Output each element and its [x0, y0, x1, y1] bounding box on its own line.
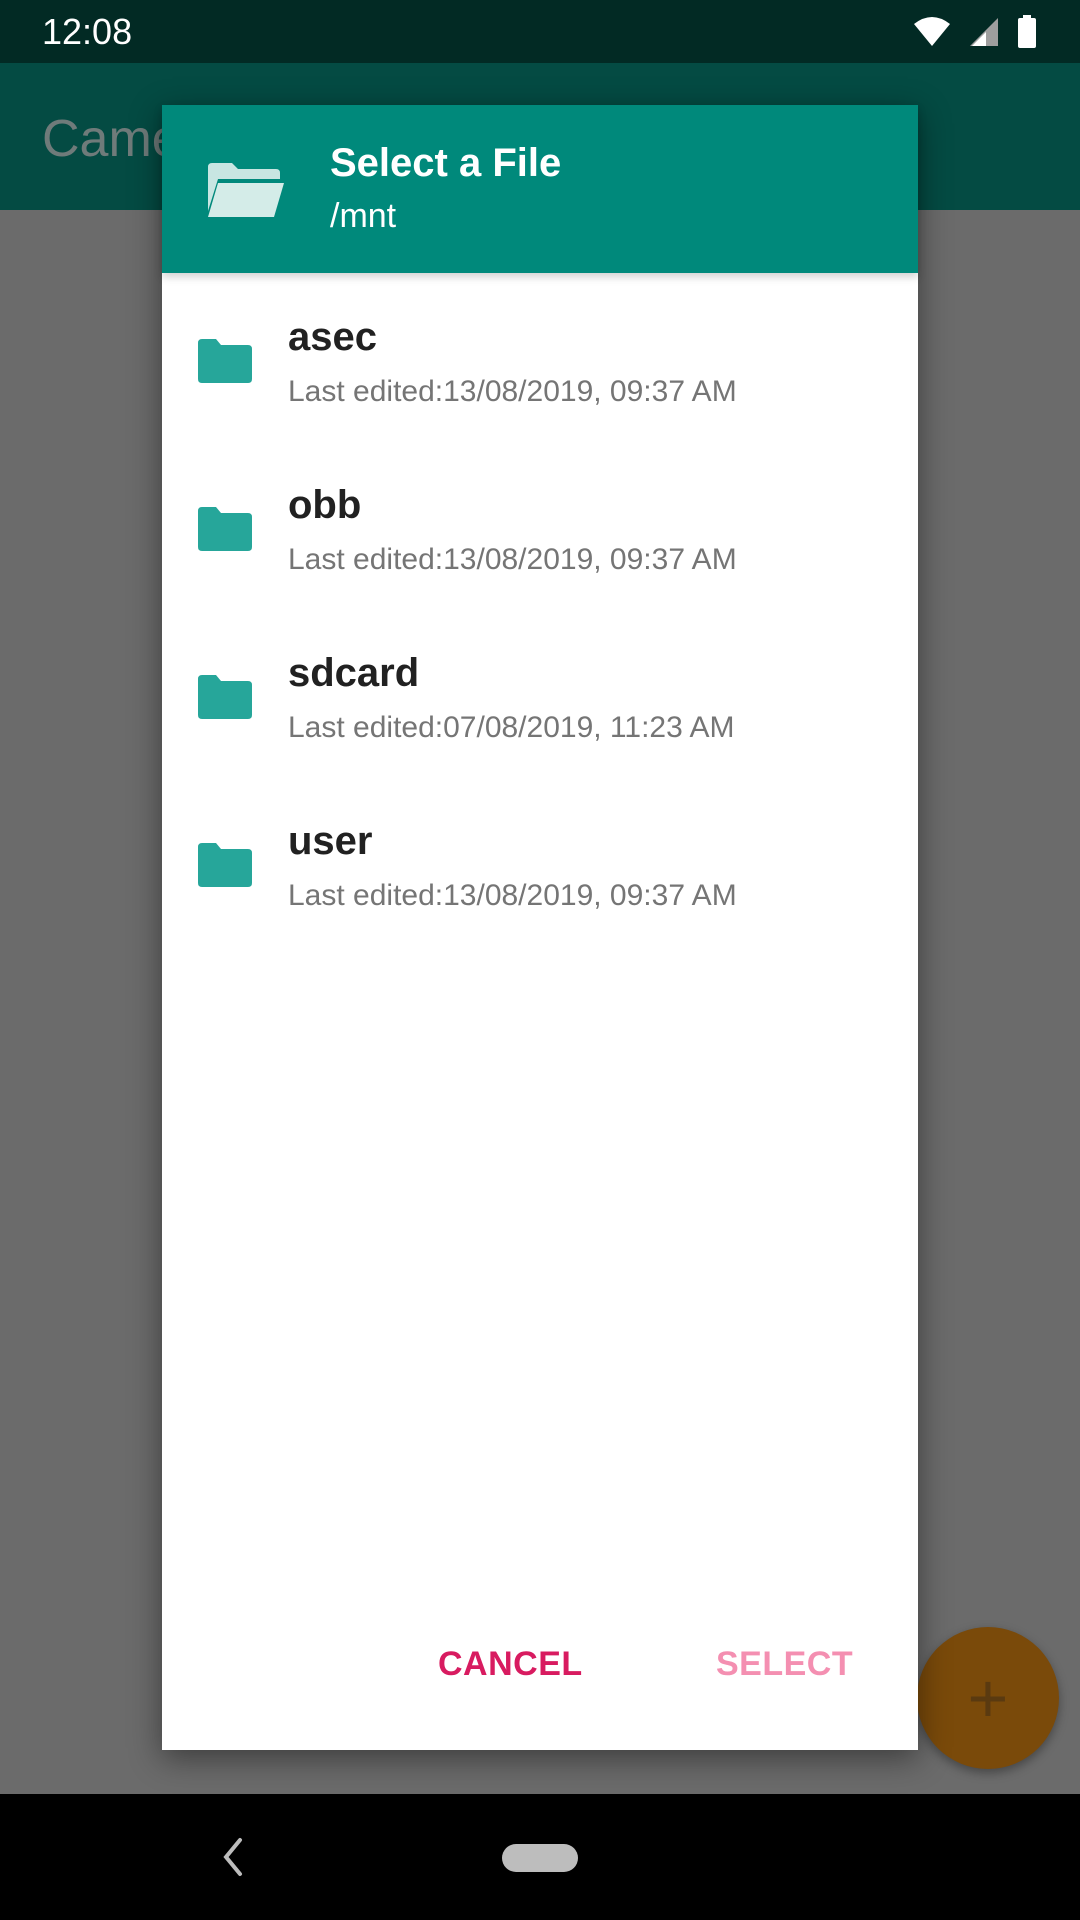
wifi-icon: [914, 16, 950, 46]
folder-open-icon: [208, 163, 284, 217]
home-pill-button[interactable]: [502, 1844, 578, 1872]
dialog-header: Select a File /mnt: [162, 105, 918, 273]
file-name: sdcard: [288, 651, 420, 695]
file-name: user: [288, 819, 373, 863]
status-time: 12:08: [42, 10, 133, 52]
battery-icon: [1018, 14, 1036, 48]
app-title: Came: [42, 110, 181, 168]
file-item-user[interactable]: user Last edited:13/08/2019, 09:37 AM: [162, 777, 918, 945]
back-icon[interactable]: [218, 1832, 248, 1882]
current-path: /mnt: [330, 197, 397, 235]
folder-icon: [198, 843, 252, 887]
select-button[interactable]: SELECT: [716, 1645, 853, 1684]
folder-icon: [198, 339, 252, 383]
plus-icon: +: [967, 1659, 1009, 1737]
folder-icon: [198, 507, 252, 551]
file-last-edited: Last edited:13/08/2019, 09:37 AM: [288, 543, 737, 576]
status-bar: 12:08: [0, 0, 1080, 63]
file-item-asec[interactable]: asec Last edited:13/08/2019, 09:37 AM: [162, 273, 918, 441]
file-last-edited: Last edited:13/08/2019, 09:37 AM: [288, 375, 737, 408]
file-name: asec: [288, 315, 377, 359]
dialog-title: Select a File: [330, 141, 562, 185]
file-name: obb: [288, 483, 362, 527]
file-item-obb[interactable]: obb Last edited:13/08/2019, 09:37 AM: [162, 441, 918, 609]
status-icons: [912, 14, 1038, 49]
file-item-sdcard[interactable]: sdcard Last edited:07/08/2019, 11:23 AM: [162, 609, 918, 777]
cancel-button[interactable]: CANCEL: [438, 1645, 583, 1684]
folder-icon: [198, 675, 252, 719]
add-fab-button[interactable]: +: [917, 1627, 1059, 1769]
cell-signal-icon: [970, 17, 998, 46]
file-last-edited: Last edited:13/08/2019, 09:37 AM: [288, 879, 737, 912]
dialog-actions: CANCEL SELECT: [162, 1645, 918, 1705]
file-last-edited: Last edited:07/08/2019, 11:23 AM: [288, 711, 735, 744]
file-picker-dialog: Select a File /mnt asec Last edited:13/0…: [162, 105, 918, 1750]
file-list: asec Last edited:13/08/2019, 09:37 AM ob…: [162, 273, 918, 945]
